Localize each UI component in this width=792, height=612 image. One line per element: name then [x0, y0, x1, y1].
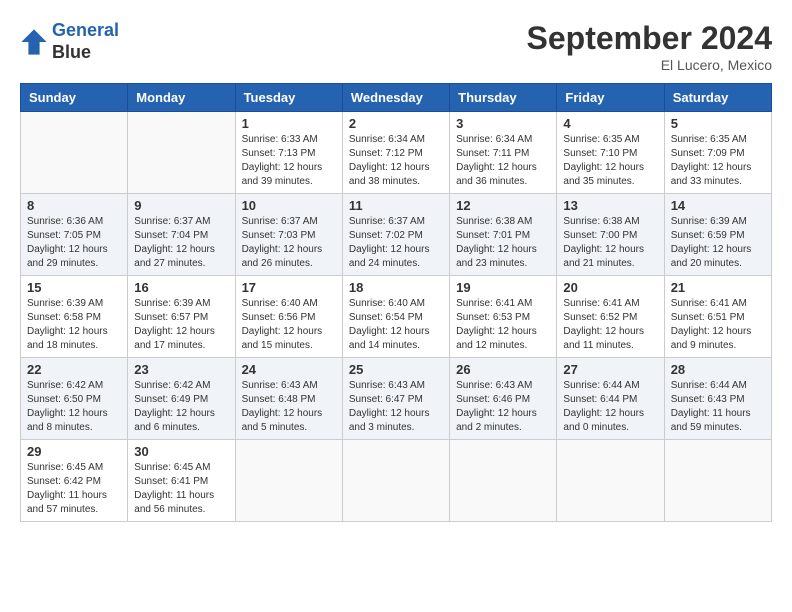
table-row: 4 Sunrise: 6:35 AM Sunset: 7:10 PM Dayli…	[557, 112, 664, 194]
header-sunday: Sunday	[21, 84, 128, 112]
header-thursday: Thursday	[450, 84, 557, 112]
table-row: 19 Sunrise: 6:41 AM Sunset: 6:53 PM Dayl…	[450, 276, 557, 358]
table-row: 20 Sunrise: 6:41 AM Sunset: 6:52 PM Dayl…	[557, 276, 664, 358]
table-row: 23 Sunrise: 6:42 AM Sunset: 6:49 PM Dayl…	[128, 358, 235, 440]
header-monday: Monday	[128, 84, 235, 112]
table-row: 17 Sunrise: 6:40 AM Sunset: 6:56 PM Dayl…	[235, 276, 342, 358]
logo-icon	[20, 28, 48, 56]
table-row	[664, 440, 771, 522]
table-row: 3 Sunrise: 6:34 AM Sunset: 7:11 PM Dayli…	[450, 112, 557, 194]
table-row: 16 Sunrise: 6:39 AM Sunset: 6:57 PM Dayl…	[128, 276, 235, 358]
table-row: 9 Sunrise: 6:37 AM Sunset: 7:04 PM Dayli…	[128, 194, 235, 276]
header-wednesday: Wednesday	[342, 84, 449, 112]
table-row	[450, 440, 557, 522]
table-row: 10 Sunrise: 6:37 AM Sunset: 7:03 PM Dayl…	[235, 194, 342, 276]
table-row: 15 Sunrise: 6:39 AM Sunset: 6:58 PM Dayl…	[21, 276, 128, 358]
table-row: 8 Sunrise: 6:36 AM Sunset: 7:05 PM Dayli…	[21, 194, 128, 276]
table-row: 26 Sunrise: 6:43 AM Sunset: 6:46 PM Dayl…	[450, 358, 557, 440]
header-friday: Friday	[557, 84, 664, 112]
table-row	[128, 112, 235, 194]
month-title: September 2024	[527, 20, 772, 57]
table-row	[557, 440, 664, 522]
table-row: 28 Sunrise: 6:44 AM Sunset: 6:43 PM Dayl…	[664, 358, 771, 440]
table-row	[235, 440, 342, 522]
page-header: GeneralBlue September 2024 El Lucero, Me…	[20, 20, 772, 73]
table-row: 27 Sunrise: 6:44 AM Sunset: 6:44 PM Dayl…	[557, 358, 664, 440]
calendar-header-row: Sunday Monday Tuesday Wednesday Thursday…	[21, 84, 772, 112]
table-row: 30 Sunrise: 6:45 AM Sunset: 6:41 PM Dayl…	[128, 440, 235, 522]
table-row: 29 Sunrise: 6:45 AM Sunset: 6:42 PM Dayl…	[21, 440, 128, 522]
table-row	[21, 112, 128, 194]
table-row: 2 Sunrise: 6:34 AM Sunset: 7:12 PM Dayli…	[342, 112, 449, 194]
table-row: 24 Sunrise: 6:43 AM Sunset: 6:48 PM Dayl…	[235, 358, 342, 440]
table-row: 12 Sunrise: 6:38 AM Sunset: 7:01 PM Dayl…	[450, 194, 557, 276]
header-saturday: Saturday	[664, 84, 771, 112]
logo: GeneralBlue	[20, 20, 119, 63]
table-row	[342, 440, 449, 522]
table-row: 18 Sunrise: 6:40 AM Sunset: 6:54 PM Dayl…	[342, 276, 449, 358]
table-row: 14 Sunrise: 6:39 AM Sunset: 6:59 PM Dayl…	[664, 194, 771, 276]
table-row: 11 Sunrise: 6:37 AM Sunset: 7:02 PM Dayl…	[342, 194, 449, 276]
table-row: 25 Sunrise: 6:43 AM Sunset: 6:47 PM Dayl…	[342, 358, 449, 440]
header-tuesday: Tuesday	[235, 84, 342, 112]
logo-text: GeneralBlue	[52, 20, 119, 63]
table-row: 21 Sunrise: 6:41 AM Sunset: 6:51 PM Dayl…	[664, 276, 771, 358]
title-section: September 2024 El Lucero, Mexico	[527, 20, 772, 73]
location: El Lucero, Mexico	[527, 57, 772, 73]
table-row: 1 Sunrise: 6:33 AM Sunset: 7:13 PM Dayli…	[235, 112, 342, 194]
table-row: 13 Sunrise: 6:38 AM Sunset: 7:00 PM Dayl…	[557, 194, 664, 276]
calendar-table: Sunday Monday Tuesday Wednesday Thursday…	[20, 83, 772, 522]
table-row: 5 Sunrise: 6:35 AM Sunset: 7:09 PM Dayli…	[664, 112, 771, 194]
table-row: 22 Sunrise: 6:42 AM Sunset: 6:50 PM Dayl…	[21, 358, 128, 440]
